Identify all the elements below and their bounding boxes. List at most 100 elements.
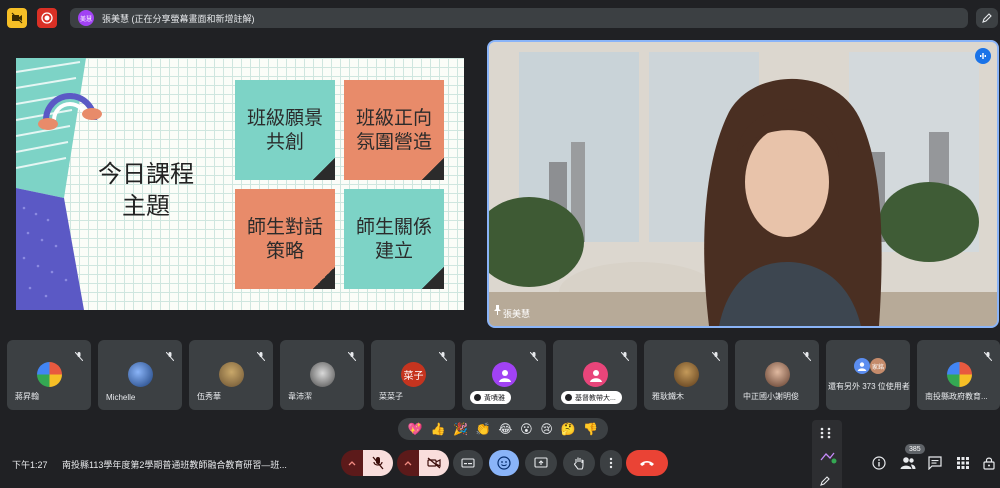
note-text: 建立 xyxy=(374,240,413,262)
sticky-note: 師生關係 建立 xyxy=(344,189,444,289)
mic-off-icon xyxy=(347,348,357,366)
avatar xyxy=(947,362,972,387)
recording-icon[interactable] xyxy=(7,8,27,28)
presenter-name: 張美慧 xyxy=(503,309,531,319)
host-controls-icon[interactable] xyxy=(982,456,996,475)
presenter-video[interactable]: 張美慧 xyxy=(487,40,999,328)
mic-off-icon xyxy=(165,348,175,366)
reaction-sad[interactable]: 😢 xyxy=(540,422,553,436)
meeting-title: 南投縣113學年度第2學期普通班教師融合教育研習—班... xyxy=(62,460,287,470)
people-count-badge: 385 xyxy=(905,444,925,454)
present-button[interactable] xyxy=(525,450,557,476)
mic-toggle-button[interactable] xyxy=(363,450,393,476)
participant-tile[interactable]: 菜子 菜菜子 xyxy=(371,340,455,410)
apps-grid-icon[interactable] xyxy=(819,426,833,445)
avatar xyxy=(674,362,699,387)
participant-tile[interactable]: 南投縣政府教育... xyxy=(917,340,1000,410)
participant-tile[interactable]: 蔣昇翰 xyxy=(7,340,91,410)
avatar xyxy=(310,362,335,387)
sticky-note: 師生對話 策略 xyxy=(235,189,335,289)
pin-icon[interactable] xyxy=(493,302,502,320)
tools-rail xyxy=(812,420,842,488)
participant-name: 基督教帶大... xyxy=(561,391,622,404)
sticky-note: 班級正向 氛圍營造 xyxy=(344,80,444,180)
activities-icon[interactable] xyxy=(819,450,837,469)
participant-name: 南投縣政府教育... xyxy=(925,392,988,401)
mic-off-icon xyxy=(802,348,812,366)
reaction-thinking[interactable]: 🤔 xyxy=(561,422,576,436)
participant-name: 中正國小謝明俊 xyxy=(743,392,799,401)
captions-icon xyxy=(461,458,475,468)
avatar: 家銘 xyxy=(870,358,886,374)
slide-title-line: 主題 xyxy=(122,192,170,220)
participant-tile[interactable]: 伍秀華 xyxy=(189,340,273,410)
activities-grid-icon[interactable] xyxy=(956,456,970,475)
sharing-banner: 美慧 張美慧 (正在分享螢幕畫面和新增註解) xyxy=(70,8,968,28)
sticky-note: 班級願景 共創 xyxy=(235,80,335,180)
participant-name: Michelle xyxy=(106,393,136,402)
avatar xyxy=(128,362,153,387)
meeting-info-icon[interactable] xyxy=(872,456,886,475)
reactions-button[interactable] xyxy=(489,450,519,476)
video-scene xyxy=(489,42,997,326)
participant-tile[interactable]: 中正國小謝明俊 xyxy=(735,340,819,410)
more-participants-label: 還有另外 373 位使用者 xyxy=(828,382,910,391)
participant-tile[interactable]: 雅耿鐵木 xyxy=(644,340,728,410)
note-text: 師生關係 xyxy=(355,216,432,238)
mic-off-icon xyxy=(372,456,384,470)
reaction-thumbs-up[interactable]: 👍 xyxy=(430,422,445,436)
camera-options-button[interactable] xyxy=(397,450,419,476)
mic-off-icon xyxy=(74,348,84,366)
mic-off-icon xyxy=(620,348,630,366)
camera-toggle-button[interactable] xyxy=(419,450,449,476)
present-screen-icon xyxy=(534,457,548,468)
reaction-laugh[interactable]: 😂 xyxy=(498,422,512,436)
avatar xyxy=(219,362,244,387)
reaction-heart[interactable]: 💖 xyxy=(408,422,423,436)
reaction-clap[interactable]: 👏 xyxy=(476,422,491,436)
note-fold xyxy=(313,158,335,180)
mic-options-button[interactable] xyxy=(341,450,363,476)
sharing-status-text: 張美慧 (正在分享螢幕畫面和新增註解) xyxy=(102,13,255,24)
camera-off-icon xyxy=(427,457,441,469)
note-text: 班級正向 xyxy=(355,107,432,129)
slide-title: 今日課程 主題 xyxy=(76,158,216,222)
avatar xyxy=(37,362,62,387)
chevron-up-icon xyxy=(348,461,356,466)
reaction-thumbs-down[interactable]: 👎 xyxy=(583,422,598,436)
avatar xyxy=(583,362,608,387)
captions-button[interactable] xyxy=(453,450,483,476)
meet-window: 美慧 張美慧 (正在分享螢幕畫面和新增註解) 今日課程 主題 班級願景 共創 班… xyxy=(0,0,1000,488)
note-text: 班級願景 xyxy=(246,107,323,129)
participant-name: 雅耿鐵木 xyxy=(652,392,684,401)
note-text: 師生對話 xyxy=(246,216,323,238)
mic-off-icon xyxy=(529,348,539,366)
annotate-button[interactable] xyxy=(976,8,998,28)
participant-tile[interactable]: 基督教帶大... xyxy=(553,340,637,410)
chevron-up-icon xyxy=(404,461,412,466)
clock: 下午1:27 xyxy=(12,460,48,470)
participant-tile[interactable]: 韋沛潔 xyxy=(280,340,364,410)
more-options-button[interactable] xyxy=(600,450,622,476)
reaction-party[interactable]: 🎉 xyxy=(453,422,468,436)
avatar xyxy=(854,358,870,374)
mic-off-icon xyxy=(983,348,993,366)
mic-off-icon xyxy=(438,348,448,366)
leave-call-button[interactable] xyxy=(626,450,668,476)
emoji-icon xyxy=(497,456,511,470)
participant-name: 伍秀華 xyxy=(197,392,221,401)
note-text: 策略 xyxy=(265,240,304,262)
pen-icon[interactable] xyxy=(819,474,831,488)
chat-icon[interactable] xyxy=(928,456,942,475)
more-participants-tile[interactable]: 家銘 還有另外 373 位使用者 xyxy=(826,340,910,410)
raise-hand-button[interactable] xyxy=(563,450,595,476)
participant-tile[interactable]: 黃嘖雅 xyxy=(462,340,546,410)
stop-sharing-icon[interactable] xyxy=(37,8,57,28)
people-icon[interactable] xyxy=(900,456,916,475)
note-fold xyxy=(422,158,444,180)
reaction-surprised[interactable]: 😮 xyxy=(520,422,533,436)
note-fold xyxy=(313,267,335,289)
end-call-icon xyxy=(640,461,654,466)
participant-tile[interactable]: Michelle xyxy=(98,340,182,410)
participant-name: 韋沛潔 xyxy=(288,392,312,401)
